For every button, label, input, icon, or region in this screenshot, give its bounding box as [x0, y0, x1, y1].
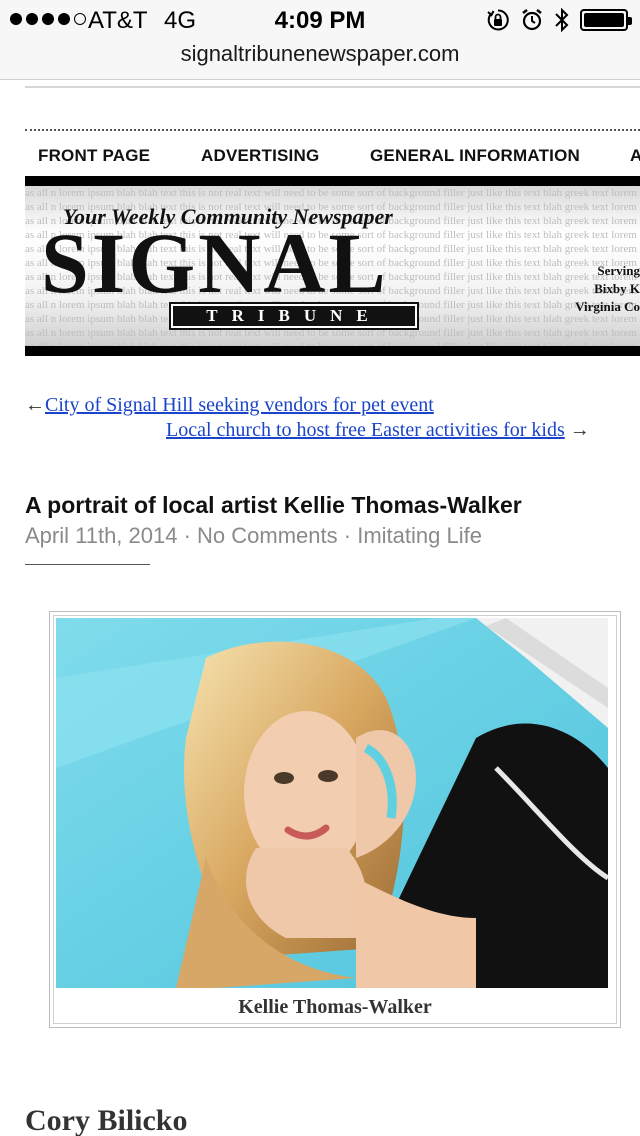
battery-icon	[580, 9, 632, 31]
orientation-lock-icon	[487, 9, 509, 31]
nav-front-page[interactable]: FRONT PAGE	[38, 146, 150, 166]
article-category-link[interactable]: Imitating Life	[357, 523, 482, 548]
image-caption: Kellie Thomas-Walker	[238, 996, 432, 1018]
status-bar: AT&T 4G 4:09 PM	[0, 0, 640, 40]
masthead-subtitle-bar: TRIBUNE	[169, 302, 419, 330]
next-post-link[interactable]: Local church to host free Easter activit…	[166, 419, 565, 441]
right-arrow-icon: →	[569, 419, 590, 441]
meta-separator: ·	[337, 523, 358, 548]
masthead-title: SIGNAL	[41, 215, 389, 311]
url-text[interactable]: signaltribunenewspaper.com	[0, 40, 640, 68]
top-divider	[25, 86, 640, 88]
previous-post-link[interactable]: City of Signal Hill seeking vendors for …	[45, 394, 434, 416]
site-nav: FRONT PAGE ADVERTISING GENERAL INFORMATI…	[25, 129, 640, 173]
previous-post: ←City of Signal Hill seeking vendors for…	[25, 393, 434, 418]
masthead-logo[interactable]: as all n lorem ipsum blah blah text this…	[25, 176, 640, 356]
nav-advertising[interactable]: ADVERTISING	[201, 146, 319, 166]
artist-portrait-photo[interactable]	[56, 618, 608, 988]
article-author: Cory Bilicko	[25, 1104, 188, 1136]
meta-divider	[25, 564, 150, 565]
meta-separator: ·	[177, 523, 198, 548]
nav-general-information[interactable]: GENERAL INFORMATION	[370, 146, 580, 166]
status-icons	[486, 6, 632, 34]
article-meta: April 11th, 2014 · No Comments · Imitati…	[25, 523, 482, 549]
next-post: Local church to host free Easter activit…	[166, 418, 590, 443]
article-comments-link[interactable]: No Comments	[197, 523, 338, 548]
masthead-subtitle: TRIBUNE	[206, 306, 382, 325]
address-bar[interactable]: signaltribunenewspaper.com	[0, 40, 640, 80]
article-date: April 11th, 2014	[25, 523, 178, 548]
article-title: A portrait of local artist Kellie Thomas…	[25, 492, 522, 518]
left-arrow-icon: ←	[25, 394, 45, 416]
article-figure: Kellie Thomas-Walker	[49, 611, 621, 1028]
alarm-icon	[522, 9, 542, 31]
masthead-serving-areas: Serving Bixby K Virginia Co	[575, 263, 640, 314]
nav-item-partial[interactable]: A	[630, 146, 640, 166]
bluetooth-icon	[555, 7, 569, 33]
